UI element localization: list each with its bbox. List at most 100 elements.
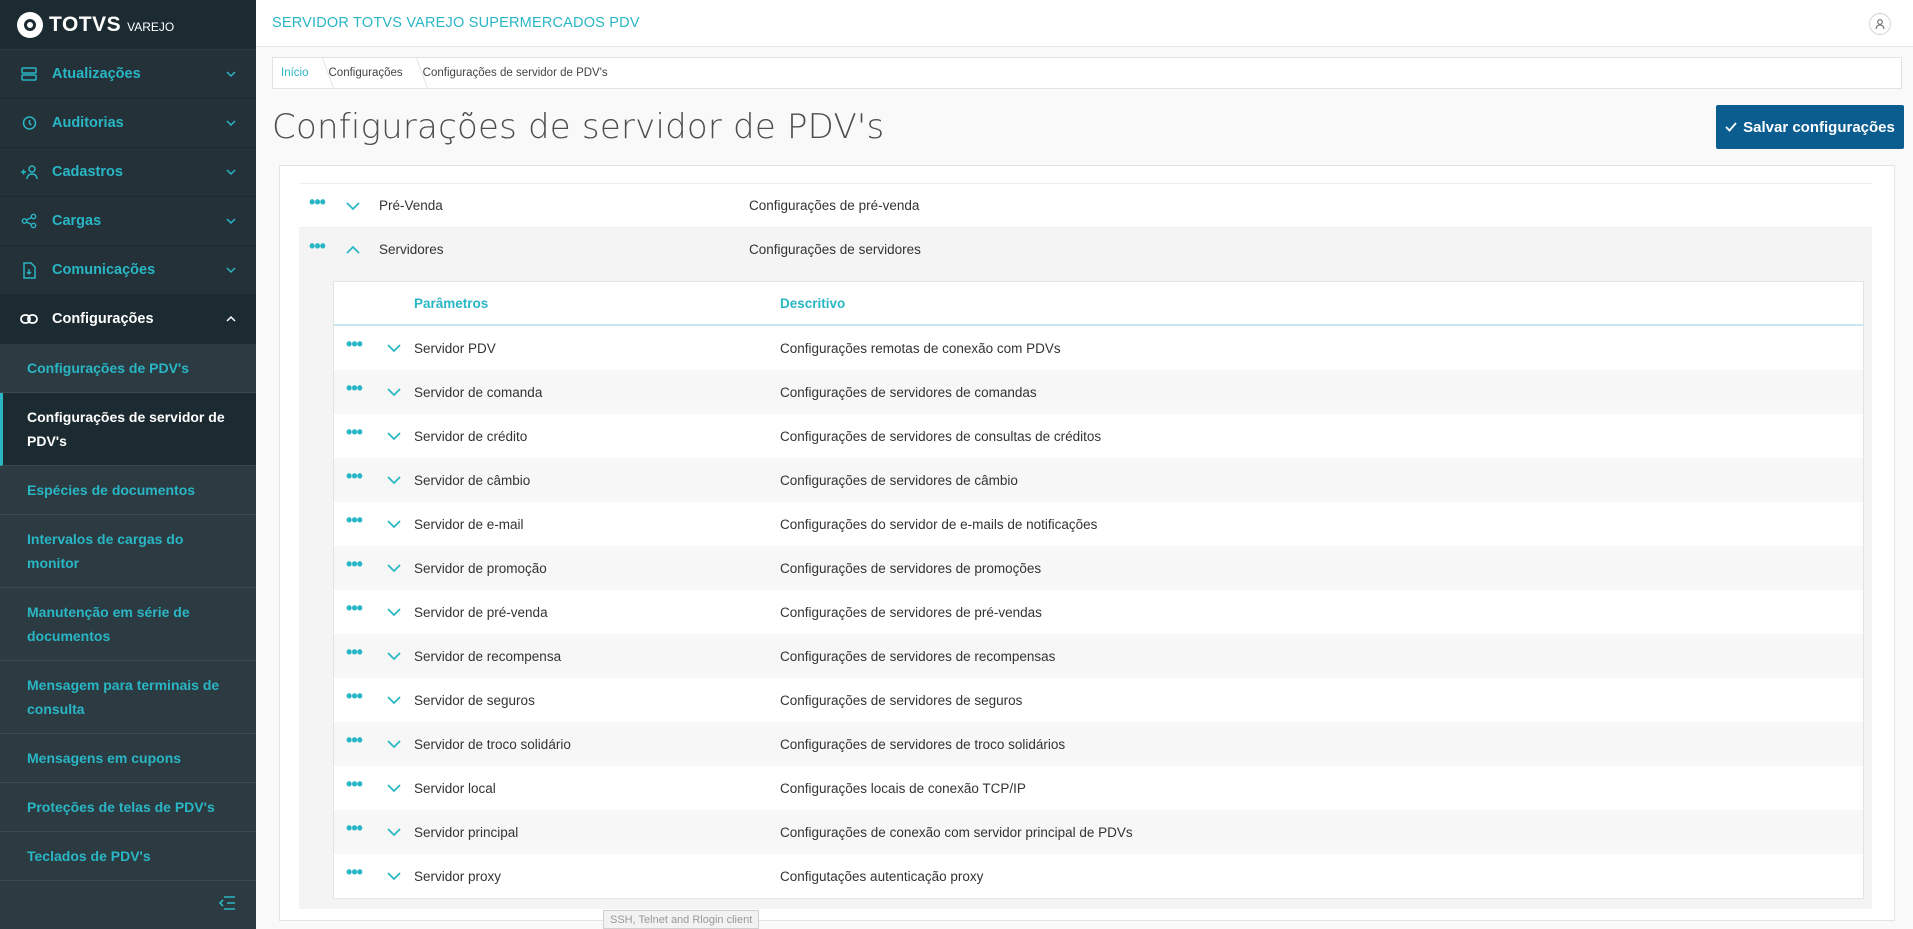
more-options-icon[interactable]: •••: [334, 863, 374, 884]
table-row[interactable]: ••• Servidor de troco solidário Configuraç…: [334, 722, 1863, 766]
menu-item-cadastros[interactable]: Cadastros: [0, 148, 256, 197]
save-settings-button[interactable]: Salvar configurações: [1716, 105, 1904, 149]
table-row[interactable]: ••• Servidor de câmbio Configurações de se…: [334, 458, 1863, 502]
more-options-icon[interactable]: •••: [334, 423, 374, 444]
table-row-pre-venda[interactable]: ••• Pré-Venda Configurações de pré-venda: [299, 183, 1872, 227]
collapse-menu-icon[interactable]: [218, 895, 236, 915]
submenu-item[interactable]: Intervalos de cargas do monitor: [0, 515, 256, 588]
more-options-icon[interactable]: •••: [334, 687, 374, 708]
submenu-item[interactable]: Espécies de documentos: [0, 466, 256, 515]
app-title: SERVIDOR TOTVS VAREJO SUPERMERCADOS PDV: [272, 15, 640, 31]
more-options-icon[interactable]: •••: [334, 599, 374, 620]
brand-logo[interactable]: TOTVS VAREJO: [0, 0, 256, 50]
table-row[interactable]: ••• Servidor de seguros Configurações de s…: [334, 678, 1863, 722]
parameter-description: Configurações de conexão com servidor pr…: [780, 824, 1133, 840]
chevron-down-icon[interactable]: [335, 200, 371, 212]
chevron-down-icon[interactable]: [374, 562, 414, 574]
chevron-down-icon[interactable]: [374, 738, 414, 750]
table-row[interactable]: ••• Servidor principal Configurações de co…: [334, 810, 1863, 854]
submenu-item[interactable]: Manutenção em série de documentos: [0, 588, 256, 661]
menu-label: Comunicações: [52, 262, 156, 278]
menu-item-cargas[interactable]: Cargas: [0, 197, 256, 246]
submenu-item-active[interactable]: Configurações de servidor de PDV's: [0, 393, 256, 466]
table-row-servidores[interactable]: ••• Servidores Configurações de servidor…: [299, 227, 1872, 271]
submenu-item[interactable]: Teclados de PDV's: [0, 832, 256, 881]
table-row[interactable]: ••• Servidor de pré-venda Configurações de…: [334, 590, 1863, 634]
chevron-up-icon[interactable]: [335, 244, 371, 256]
menu-label: Cadastros: [52, 164, 123, 180]
more-options-icon[interactable]: •••: [334, 819, 374, 840]
more-options-icon[interactable]: •••: [334, 511, 374, 532]
chevron-down-icon[interactable]: [374, 342, 414, 354]
more-options-icon[interactable]: •••: [299, 237, 335, 258]
table-row[interactable]: ••• Servidor proxy Configutações autentica…: [334, 854, 1863, 898]
submenu-item[interactable]: Configurações de PDV's: [0, 344, 256, 393]
totvs-logo-icon: [17, 11, 43, 38]
submenu-item[interactable]: Mensagens em cupons: [0, 734, 256, 783]
chevron-down-icon[interactable]: [374, 870, 414, 882]
save-settings-label: Salvar configurações: [1743, 118, 1895, 136]
chevron-down-icon[interactable]: [374, 430, 414, 442]
share-icon: [20, 212, 38, 230]
chevron-down-icon: [224, 214, 238, 228]
chevron-down-icon[interactable]: [374, 782, 414, 794]
more-options-icon[interactable]: •••: [334, 379, 374, 400]
parameter-description: Configurações de servidores de troco sol…: [780, 736, 1066, 752]
parameter-name: Servidor de promoção: [414, 560, 547, 576]
menu-item-comunicacoes[interactable]: Comunicações: [0, 246, 256, 295]
settings-panel: ••• Pré-Venda Configurações de pré-venda…: [279, 165, 1895, 921]
parameter-name: Servidor de crédito: [414, 428, 528, 444]
table-row[interactable]: ••• Servidor de recompensa Configurações d…: [334, 634, 1863, 678]
breadcrumb-inicio[interactable]: Início: [273, 58, 334, 88]
menu-item-atualizacoes[interactable]: Atualizações: [0, 50, 256, 99]
table-row[interactable]: ••• Servidor de comanda Configurações de s…: [334, 370, 1863, 414]
menu-label: Atualizações: [52, 66, 141, 82]
parameter-description: Configurações de servidores de câmbio: [780, 472, 1018, 488]
parameter-description: Configurações de servidores de recompens…: [780, 648, 1056, 664]
parameter-name: Servidor de seguros: [414, 692, 535, 708]
chevron-down-icon[interactable]: [374, 694, 414, 706]
link-icon: [20, 310, 38, 328]
table-body: ••• Servidor PDV Configurações remotas de …: [334, 326, 1863, 898]
chevron-down-icon[interactable]: [374, 518, 414, 530]
chevron-down-icon[interactable]: [374, 606, 414, 618]
submenu-item[interactable]: Proteções de telas de PDV's: [0, 783, 256, 832]
history-icon: [20, 114, 38, 132]
table-row[interactable]: ••• Servidor local Configurações locais de…: [334, 766, 1863, 810]
parameter-name: Servidor local: [414, 780, 496, 796]
breadcrumb-configuracoes[interactable]: Configurações: [321, 58, 428, 88]
column-header-parametros[interactable]: Parâmetros: [414, 296, 780, 311]
brand-sub: VAREJO: [127, 19, 175, 34]
more-options-icon[interactable]: •••: [334, 335, 374, 356]
more-options-icon[interactable]: •••: [334, 731, 374, 752]
parameter-description: Configurações remotas de conexão com PDV…: [780, 340, 1061, 356]
more-options-icon[interactable]: •••: [334, 555, 374, 576]
chevron-up-icon: [224, 312, 238, 326]
parameter-name: Servidor proxy: [414, 868, 502, 884]
submenu-item[interactable]: Mensagem para terminais de consulta: [0, 661, 256, 734]
table-row[interactable]: ••• Servidor de crédito Configurações de s…: [334, 414, 1863, 458]
table-row[interactable]: ••• Servidor de promoção Configurações de …: [334, 546, 1863, 590]
user-icon[interactable]: [1869, 13, 1891, 35]
table-row[interactable]: ••• Servidor de e-mail Configurações do se…: [334, 502, 1863, 546]
more-options-icon[interactable]: •••: [334, 467, 374, 488]
chevron-down-icon[interactable]: [374, 386, 414, 398]
menu-label: Configurações: [52, 311, 154, 327]
more-options-icon[interactable]: •••: [334, 643, 374, 664]
servidores-detail: Parâmetros Descritivo ••• Servidor PDV Con…: [299, 271, 1872, 909]
parameter-description: Configurações de servidores de consultas…: [780, 428, 1102, 444]
menu-item-configuracoes[interactable]: Configurações: [0, 295, 256, 344]
more-options-icon[interactable]: •••: [334, 775, 374, 796]
menu-item-auditorias[interactable]: Auditorias: [0, 99, 256, 148]
parameter-name: Servidor de recompensa: [414, 648, 562, 664]
document-sync-icon: [20, 261, 38, 279]
settings-table: ••• Pré-Venda Configurações de pré-venda…: [299, 166, 1872, 909]
table-row[interactable]: ••• Servidor PDV Configurações remotas de …: [334, 326, 1863, 370]
column-header-descritivo[interactable]: Descritivo: [780, 296, 1863, 311]
chevron-down-icon[interactable]: [374, 650, 414, 662]
parameter-description: Configurações de servidores de seguros: [780, 692, 1023, 708]
menu-label: Cargas: [52, 213, 102, 229]
chevron-down-icon[interactable]: [374, 826, 414, 838]
more-options-icon[interactable]: •••: [299, 193, 335, 214]
chevron-down-icon[interactable]: [374, 474, 414, 486]
